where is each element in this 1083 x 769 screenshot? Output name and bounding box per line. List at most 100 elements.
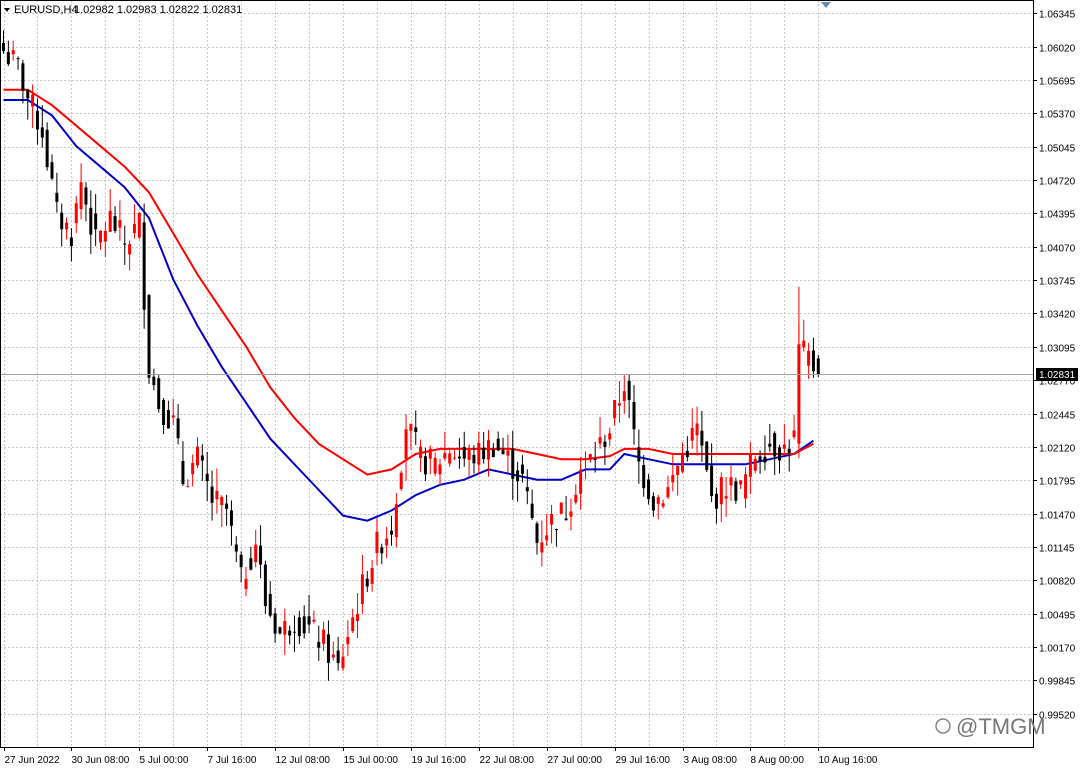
candle-bear xyxy=(778,447,781,461)
candle-bull xyxy=(467,450,471,460)
candle-bull xyxy=(409,423,413,431)
candle-bear xyxy=(554,529,558,531)
time-tick-label: 7 Jul 16:00 xyxy=(208,755,257,766)
candle-bear xyxy=(520,464,524,474)
candle-bull xyxy=(676,465,680,475)
price-tick-label: 1.01795 xyxy=(1039,477,1076,488)
candle-bull xyxy=(399,472,403,489)
candle-bear xyxy=(380,547,384,554)
price-tick-label: 1.05045 xyxy=(1039,144,1076,155)
candle-bull xyxy=(724,496,728,499)
candle-bull xyxy=(569,511,573,517)
candle-bull xyxy=(739,480,743,485)
candle-bull xyxy=(443,453,447,459)
candle-bull xyxy=(283,621,287,635)
candle-bear xyxy=(525,487,529,492)
candle-bull xyxy=(719,477,723,505)
candle-bear xyxy=(317,641,321,648)
candle-bear xyxy=(273,613,277,634)
candle-bull xyxy=(394,504,398,538)
candle-bull xyxy=(574,494,578,503)
time-tick-label: 30 Jun 08:00 xyxy=(72,755,130,766)
candle-bull xyxy=(312,619,316,622)
candle-bull xyxy=(753,458,757,471)
candle-bear xyxy=(787,448,791,454)
candle-bear xyxy=(259,545,263,565)
candle-bear xyxy=(501,450,505,455)
candle-bear xyxy=(2,42,5,52)
candle-bear xyxy=(700,430,704,446)
candle-bull xyxy=(748,453,752,477)
candle-bear xyxy=(55,192,59,202)
candle-bear xyxy=(210,486,214,503)
candle-bear xyxy=(225,503,229,509)
candle-bull xyxy=(79,182,83,210)
price-tick-label: 1.04720 xyxy=(1039,177,1076,188)
candle-bull xyxy=(74,203,78,224)
candle-bear xyxy=(705,441,709,470)
price-tick-label: 1.00495 xyxy=(1039,611,1076,622)
candle-bear xyxy=(734,481,738,501)
price-tag-label: 1.02831 xyxy=(1039,370,1076,381)
candle-bull xyxy=(331,654,335,658)
price-tick-label: 1.06345 xyxy=(1039,10,1076,21)
candle-bear xyxy=(423,456,427,475)
candle-bear xyxy=(773,433,777,457)
candle-bull xyxy=(448,453,452,464)
candle-bear xyxy=(768,443,772,447)
candle-bull xyxy=(360,574,364,604)
candle-bear xyxy=(176,418,180,439)
candle-bull xyxy=(588,454,592,460)
candle-bull xyxy=(438,464,442,475)
candle-bull xyxy=(375,531,379,553)
candle-bear xyxy=(326,634,330,663)
candle-bull xyxy=(322,629,326,644)
candle-bull xyxy=(729,477,733,486)
candle-bull xyxy=(744,474,748,499)
candle-bull xyxy=(695,423,699,436)
candle-bear xyxy=(205,473,209,482)
candle-bull xyxy=(506,450,510,456)
price-tick-label: 1.02120 xyxy=(1039,444,1076,455)
candle-bear xyxy=(491,449,495,458)
candle-bull xyxy=(690,428,694,441)
candle-bull xyxy=(782,444,786,449)
candle-bull xyxy=(428,448,432,459)
candle-bull xyxy=(477,442,481,465)
candle-bear xyxy=(26,89,30,99)
ohlc-values: 1.02982 1.02983 1.02822 1.02831 xyxy=(74,4,242,16)
candle-bull xyxy=(540,542,544,553)
candle-bear xyxy=(516,470,520,482)
candle-bull xyxy=(608,433,612,440)
price-tick-label: 1.03745 xyxy=(1039,277,1076,288)
candle-bull xyxy=(108,210,112,232)
candle-bear xyxy=(181,461,185,485)
candle-bull xyxy=(103,230,107,242)
candle-bear xyxy=(94,213,98,230)
candle-bull xyxy=(584,458,587,460)
candle-bull xyxy=(132,223,136,234)
price-tick-label: 1.04070 xyxy=(1039,244,1076,255)
candle-bear xyxy=(278,627,282,634)
candle-bull xyxy=(137,213,141,238)
candle-bear xyxy=(535,523,539,543)
candle-bull xyxy=(404,429,408,459)
candle-bear xyxy=(593,459,597,461)
candle-bear xyxy=(89,207,93,235)
candle-bull xyxy=(559,502,563,514)
candle-bull xyxy=(622,391,626,402)
price-tick-label: 1.04395 xyxy=(1039,210,1076,221)
candle-bull xyxy=(370,567,374,584)
candle-bull xyxy=(433,457,437,474)
candle-bear xyxy=(45,129,49,168)
candle-bull xyxy=(385,538,389,546)
candle-bear xyxy=(288,630,292,636)
candle-bear xyxy=(472,454,476,464)
candle-bull xyxy=(419,446,423,459)
candle-bear xyxy=(147,295,151,378)
time-tick-label: 12 Jul 08:00 xyxy=(276,755,331,766)
candle-bear xyxy=(511,448,515,479)
price-tick-label: 1.02445 xyxy=(1039,411,1076,422)
candle-bear xyxy=(239,554,243,568)
candle-bull xyxy=(617,403,621,406)
